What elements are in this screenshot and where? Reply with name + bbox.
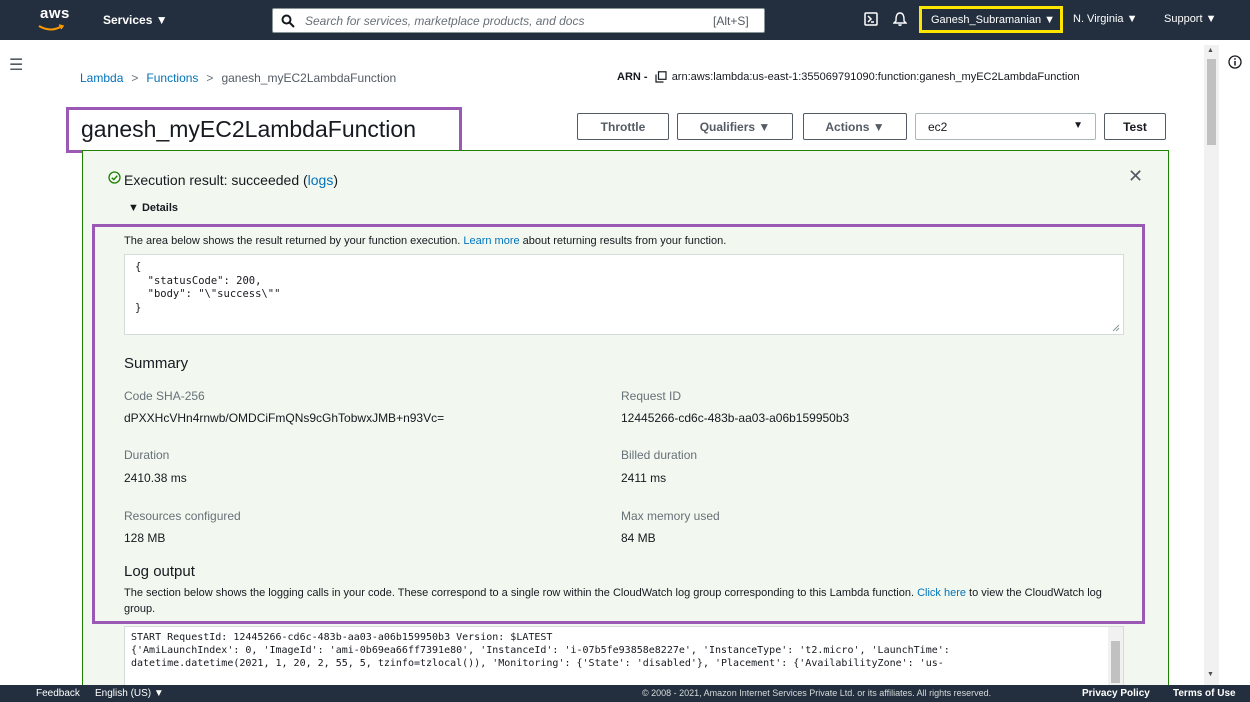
log-scrollbar[interactable] bbox=[1108, 627, 1123, 685]
info-icon[interactable] bbox=[1228, 55, 1242, 69]
billed-duration-label: Billed duration bbox=[621, 448, 698, 462]
result-intro-text-end: about returning results from your functi… bbox=[519, 235, 727, 247]
search-icon bbox=[281, 14, 295, 28]
breadcrumb-separator: > bbox=[131, 71, 139, 85]
cloudwatch-link[interactable]: Click here bbox=[917, 587, 966, 599]
feedback-link[interactable]: Feedback bbox=[36, 688, 80, 699]
arn-label: ARN - bbox=[617, 71, 648, 83]
page-scrollbar-thumb[interactable] bbox=[1207, 59, 1216, 145]
menu-icon[interactable]: ☰ bbox=[9, 55, 23, 75]
code-sha-label: Code SHA-256 bbox=[124, 389, 205, 403]
qualifiers-button[interactable]: Qualifiers ▼ bbox=[677, 113, 793, 140]
log-output-text: START RequestId: 12445266-cd6c-483b-aa03… bbox=[131, 632, 950, 669]
log-scrollbar-thumb[interactable] bbox=[1111, 641, 1120, 683]
language-select[interactable]: English (US) ▼ bbox=[95, 688, 164, 699]
result-intro-text: The area below shows the result returned… bbox=[124, 235, 464, 247]
code-sha-value: dPXXHcVHn4rnwb/OMDCiFmQNs9cGhTobwxJMB+n9… bbox=[124, 411, 445, 425]
log-output-heading: Log output bbox=[124, 563, 195, 580]
aws-logo[interactable]: aws bbox=[12, 4, 69, 34]
duration-value: 2410.38 ms bbox=[124, 471, 187, 485]
breadcrumb-separator: > bbox=[206, 71, 214, 85]
scroll-down-icon[interactable]: ▼ bbox=[1207, 671, 1214, 678]
learn-more-link[interactable]: Learn more bbox=[463, 235, 519, 247]
aws-logo-text: aws bbox=[40, 5, 70, 22]
details-toggle[interactable]: ▼ Details bbox=[128, 202, 178, 214]
top-navigation: aws Services ▼ Search for services, mark… bbox=[0, 0, 1250, 40]
support-menu[interactable]: Support ▼ bbox=[1164, 13, 1216, 25]
request-id-value: 12445266-cd6c-483b-aa03-a06b159950b3 bbox=[621, 411, 850, 425]
search-shortcut: [Alt+S] bbox=[713, 14, 749, 28]
max-memory-value: 84 MB bbox=[621, 531, 656, 545]
success-check-icon bbox=[108, 171, 121, 184]
test-event-value: ec2 bbox=[928, 120, 948, 134]
duration-label: Duration bbox=[124, 448, 170, 462]
request-id-label: Request ID bbox=[621, 389, 682, 403]
arn-value: arn:aws:lambda:us-east-1:355069791090:fu… bbox=[671, 71, 1080, 83]
breadcrumb-lambda[interactable]: Lambda bbox=[80, 71, 123, 85]
test-button[interactable]: Test bbox=[1104, 113, 1166, 140]
test-event-select[interactable]: ec2 ▼ bbox=[915, 113, 1096, 140]
execution-result-text: Execution result: succeeded ( bbox=[124, 172, 308, 188]
terms-of-use-link[interactable]: Terms of Use bbox=[1173, 688, 1236, 699]
chevron-down-icon: ▼ bbox=[1073, 120, 1083, 131]
throttle-button[interactable]: Throttle bbox=[577, 113, 669, 140]
max-memory-label: Max memory used bbox=[621, 509, 720, 523]
arn-display: ARN - arn:aws:lambda:us-east-1:355069791… bbox=[617, 71, 1080, 83]
log-description: The section below shows the logging call… bbox=[124, 585, 1134, 617]
result-json: { "statusCode": 200, "body": "\"success\… bbox=[135, 261, 281, 314]
breadcrumb-functions[interactable]: Functions bbox=[146, 71, 198, 85]
result-json-textarea[interactable]: { "statusCode": 200, "body": "\"success\… bbox=[124, 254, 1124, 335]
bell-icon[interactable] bbox=[893, 11, 907, 27]
search-placeholder: Search for services, marketplace product… bbox=[305, 14, 585, 28]
cloudshell-icon[interactable] bbox=[864, 12, 878, 26]
resize-handle-icon[interactable] bbox=[1112, 324, 1120, 332]
region-menu[interactable]: N. Virginia ▼ bbox=[1073, 13, 1138, 25]
resources-value: 128 MB bbox=[124, 531, 166, 545]
log-description-text: The section below shows the logging call… bbox=[124, 587, 918, 599]
execution-result-close-paren: ) bbox=[333, 172, 339, 188]
log-output-textarea[interactable]: START RequestId: 12445266-cd6c-483b-aa03… bbox=[124, 626, 1124, 686]
summary-heading: Summary bbox=[124, 355, 189, 372]
search-input[interactable]: Search for services, marketplace product… bbox=[272, 8, 765, 33]
logs-link[interactable]: logs bbox=[308, 172, 334, 188]
privacy-policy-link[interactable]: Privacy Policy bbox=[1082, 688, 1150, 699]
actions-button[interactable]: Actions ▼ bbox=[803, 113, 907, 140]
execution-result-title: Execution result: succeeded (logs) bbox=[124, 172, 338, 188]
aws-smile-icon bbox=[38, 24, 64, 31]
close-icon[interactable]: ✕ bbox=[1128, 166, 1143, 187]
footer: Feedback English (US) ▼ © 2008 - 2021, A… bbox=[0, 685, 1250, 702]
page-scrollbar[interactable]: ▲ ▼ bbox=[1204, 45, 1219, 685]
breadcrumb: Lambda > Functions > ganesh_myEC2LambdaFunct… bbox=[80, 71, 396, 85]
user-menu[interactable]: Ganesh_Subramanian ▼ bbox=[919, 6, 1063, 33]
page-title: ganesh_myEC2LambdaFunction bbox=[66, 107, 462, 153]
result-intro: The area below shows the result returned… bbox=[124, 235, 726, 247]
scroll-up-icon[interactable]: ▲ bbox=[1207, 47, 1214, 54]
breadcrumb-current: ganesh_myEC2LambdaFunction bbox=[221, 71, 397, 85]
services-menu[interactable]: Services ▼ bbox=[103, 13, 168, 27]
copy-icon[interactable] bbox=[655, 71, 667, 83]
resources-label: Resources configured bbox=[124, 509, 241, 523]
billed-duration-value: 2411 ms bbox=[621, 471, 667, 485]
copyright-text: © 2008 - 2021, Amazon Internet Services … bbox=[642, 688, 992, 698]
